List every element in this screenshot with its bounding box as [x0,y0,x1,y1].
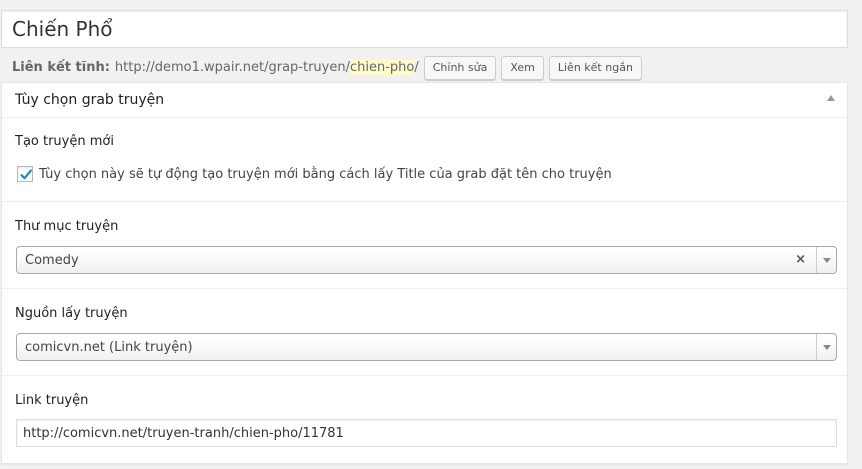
link-label: Link truyện [15,393,89,408]
folder-selected-value: Comedy [25,253,79,268]
metabox-header[interactable]: Tùy chọn grab truyện [2,83,847,118]
create-new-checkbox[interactable] [17,166,33,182]
post-title-input[interactable] [1,10,848,48]
checkmark-icon [20,169,32,180]
section-source: Nguồn lấy truyện comicvn.net (Link truyệ… [2,290,847,376]
permalink-trail: / [414,60,419,75]
source-selected-value: comicvn.net (Link truyện) [25,340,193,355]
section-link: Link truyện [2,377,847,463]
chevron-down-icon [823,345,831,350]
link-input[interactable] [16,419,837,447]
section-folder: Thư mục truyện Comedy × [2,203,847,289]
source-dropdown-toggle[interactable] [816,334,836,360]
metabox-title: Tùy chọn grab truyện [15,92,165,108]
view-post-button[interactable]: Xem [501,55,544,80]
folder-dropdown-toggle[interactable] [816,247,836,273]
grab-options-metabox: Tùy chọn grab truyện Tạo truyện mới Tùy … [1,82,848,464]
permalink-row: Liên kết tĩnh: http://demo1.wpair.net/gr… [12,55,642,80]
shortlink-button[interactable]: Liên kết ngắn [548,55,642,80]
section-create-new: Tạo truyện mới Tùy chọn này sẽ tự động t… [2,118,847,202]
permalink-base-url: http://demo1.wpair.net/grap-truyen/ [114,60,350,75]
source-select[interactable]: comicvn.net (Link truyện) [16,333,837,361]
source-label: Nguồn lấy truyện [15,306,128,321]
triangle-up-icon[interactable] [827,95,835,101]
permalink-label: Liên kết tĩnh: [12,60,110,75]
create-new-label: Tạo truyện mới [15,134,114,149]
create-new-checkbox-row: Tùy chọn này sẽ tự động tạo truyện mới b… [17,166,612,182]
folder-select[interactable]: Comedy × [16,246,837,274]
clear-selection-icon[interactable]: × [795,252,806,267]
folder-label: Thư mục truyện [15,219,119,234]
create-new-description: Tùy chọn này sẽ tự động tạo truyện mới b… [39,166,612,182]
chevron-down-icon [823,258,831,263]
permalink-slug[interactable]: chien-pho [349,60,415,75]
edit-permalink-button[interactable]: Chỉnh sửa [423,55,497,80]
